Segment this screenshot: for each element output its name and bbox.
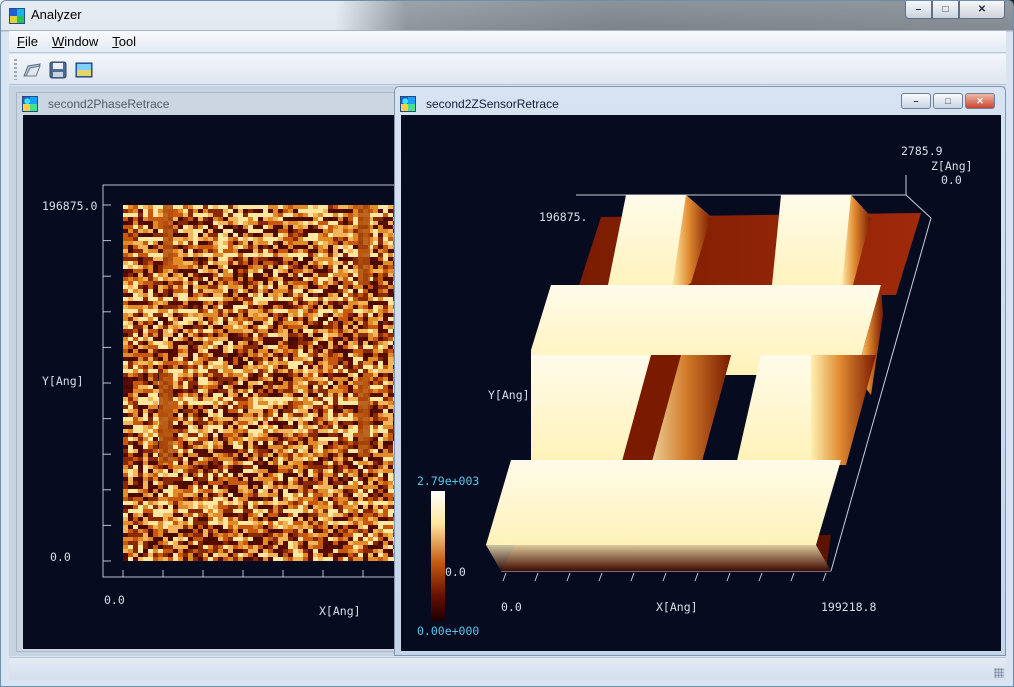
colorbar-mid-label: 0.0 <box>445 565 466 579</box>
phase-subwindow[interactable]: second2PhaseRetrace 196875.0 Y[Ang] 0.0 … <box>16 92 403 652</box>
window-controls: – □ ✕ <box>905 1 1005 19</box>
zsensor-colorbar <box>431 491 445 621</box>
zsensor-plot: 2.79e+003 0.0 0.00e+000 2785.9 Z[Ang] 0.… <box>417 144 973 638</box>
zsensor-y-axis-label: Y[Ang] <box>488 388 530 402</box>
maximize-button[interactable]: □ <box>932 1 959 19</box>
open-button[interactable] <box>21 59 43 81</box>
z-min-label: 0.0 <box>941 173 962 187</box>
zsensor-subwindow-title: second2ZSensorRetrace <box>426 97 559 111</box>
phase-x-axis-label: X[Ang] <box>319 604 361 618</box>
toolbar-grip[interactable] <box>14 59 17 80</box>
subwindow-minimize-button[interactable]: – <box>901 93 931 109</box>
close-button[interactable]: ✕ <box>959 1 1005 19</box>
analyzer-icon <box>22 96 38 112</box>
title-bar[interactable]: Analyzer – □ ✕ <box>1 1 1013 31</box>
app-title: Analyzer <box>31 7 82 22</box>
phase-subwindow-titlebar[interactable]: second2PhaseRetrace <box>17 93 400 115</box>
zsensor-plot-canvas[interactable]: 2.79e+003 0.0 0.00e+000 2785.9 Z[Ang] 0.… <box>401 115 1001 651</box>
menu-bar: File Window Tool <box>9 31 1006 53</box>
z-max-label: 2785.9 <box>901 144 943 158</box>
toolbar <box>9 54 1006 85</box>
phase-y-axis-label: Y[Ang] <box>42 374 84 388</box>
zsensor-axis-ticks <box>502 572 827 582</box>
zsensor-y-top-label: 196875. <box>539 210 587 224</box>
zsensor-x-axis-label: X[Ang] <box>656 600 698 614</box>
app-icon <box>9 8 25 24</box>
phase-y-bottom-label: 0.0 <box>50 550 71 564</box>
surface-band-wall <box>486 545 831 571</box>
open-icon <box>23 63 41 77</box>
surface-band <box>486 460 841 545</box>
image-icon <box>75 62 93 78</box>
zsensor-x-right-label: 199218.8 <box>821 600 876 614</box>
save-icon <box>49 61 67 79</box>
image-button[interactable] <box>73 59 95 81</box>
subwindow-restore-button[interactable]: □ <box>933 93 963 109</box>
phase-y-top-label: 196875.0 <box>42 199 97 213</box>
menu-window[interactable]: Window <box>52 34 98 49</box>
status-bar <box>9 657 1006 680</box>
surface-pit-wall <box>811 355 876 465</box>
zsensor-x-left-label: 0.0 <box>501 600 522 614</box>
phase-plot-canvas[interactable]: 196875.0 Y[Ang] 0.0 0.0 X[Ang] <box>23 115 403 649</box>
resize-grip[interactable] <box>994 668 1004 678</box>
mdi-area: second2PhaseRetrace 196875.0 Y[Ang] 0.0 … <box>9 86 1006 656</box>
minimize-button[interactable]: – <box>905 1 932 19</box>
phase-x-left-label: 0.0 <box>104 593 125 607</box>
phase-plot: 196875.0 Y[Ang] 0.0 0.0 X[Ang] <box>42 184 403 618</box>
subwindow-close-button[interactable]: ✕ <box>965 93 995 109</box>
phase-heatmap <box>123 205 403 561</box>
colorbar-max-label: 2.79e+003 <box>417 474 479 488</box>
phase-subwindow-title: second2PhaseRetrace <box>48 97 170 111</box>
colorbar-min-label: 0.00e+000 <box>417 624 479 638</box>
zsensor-window-controls: – □ ✕ <box>901 93 995 109</box>
save-button[interactable] <box>47 59 69 81</box>
analyzer-icon <box>400 96 416 112</box>
menu-file[interactable]: File <box>17 34 38 49</box>
zsensor-subwindow[interactable]: second2ZSensorRetrace – □ ✕ 2.79e+003 0.… <box>394 86 1006 656</box>
menu-tool[interactable]: Tool <box>112 34 136 49</box>
app-window: Analyzer – □ ✕ File Window Tool second2P… <box>0 0 1014 687</box>
z-axis-label: Z[Ang] <box>931 159 973 173</box>
